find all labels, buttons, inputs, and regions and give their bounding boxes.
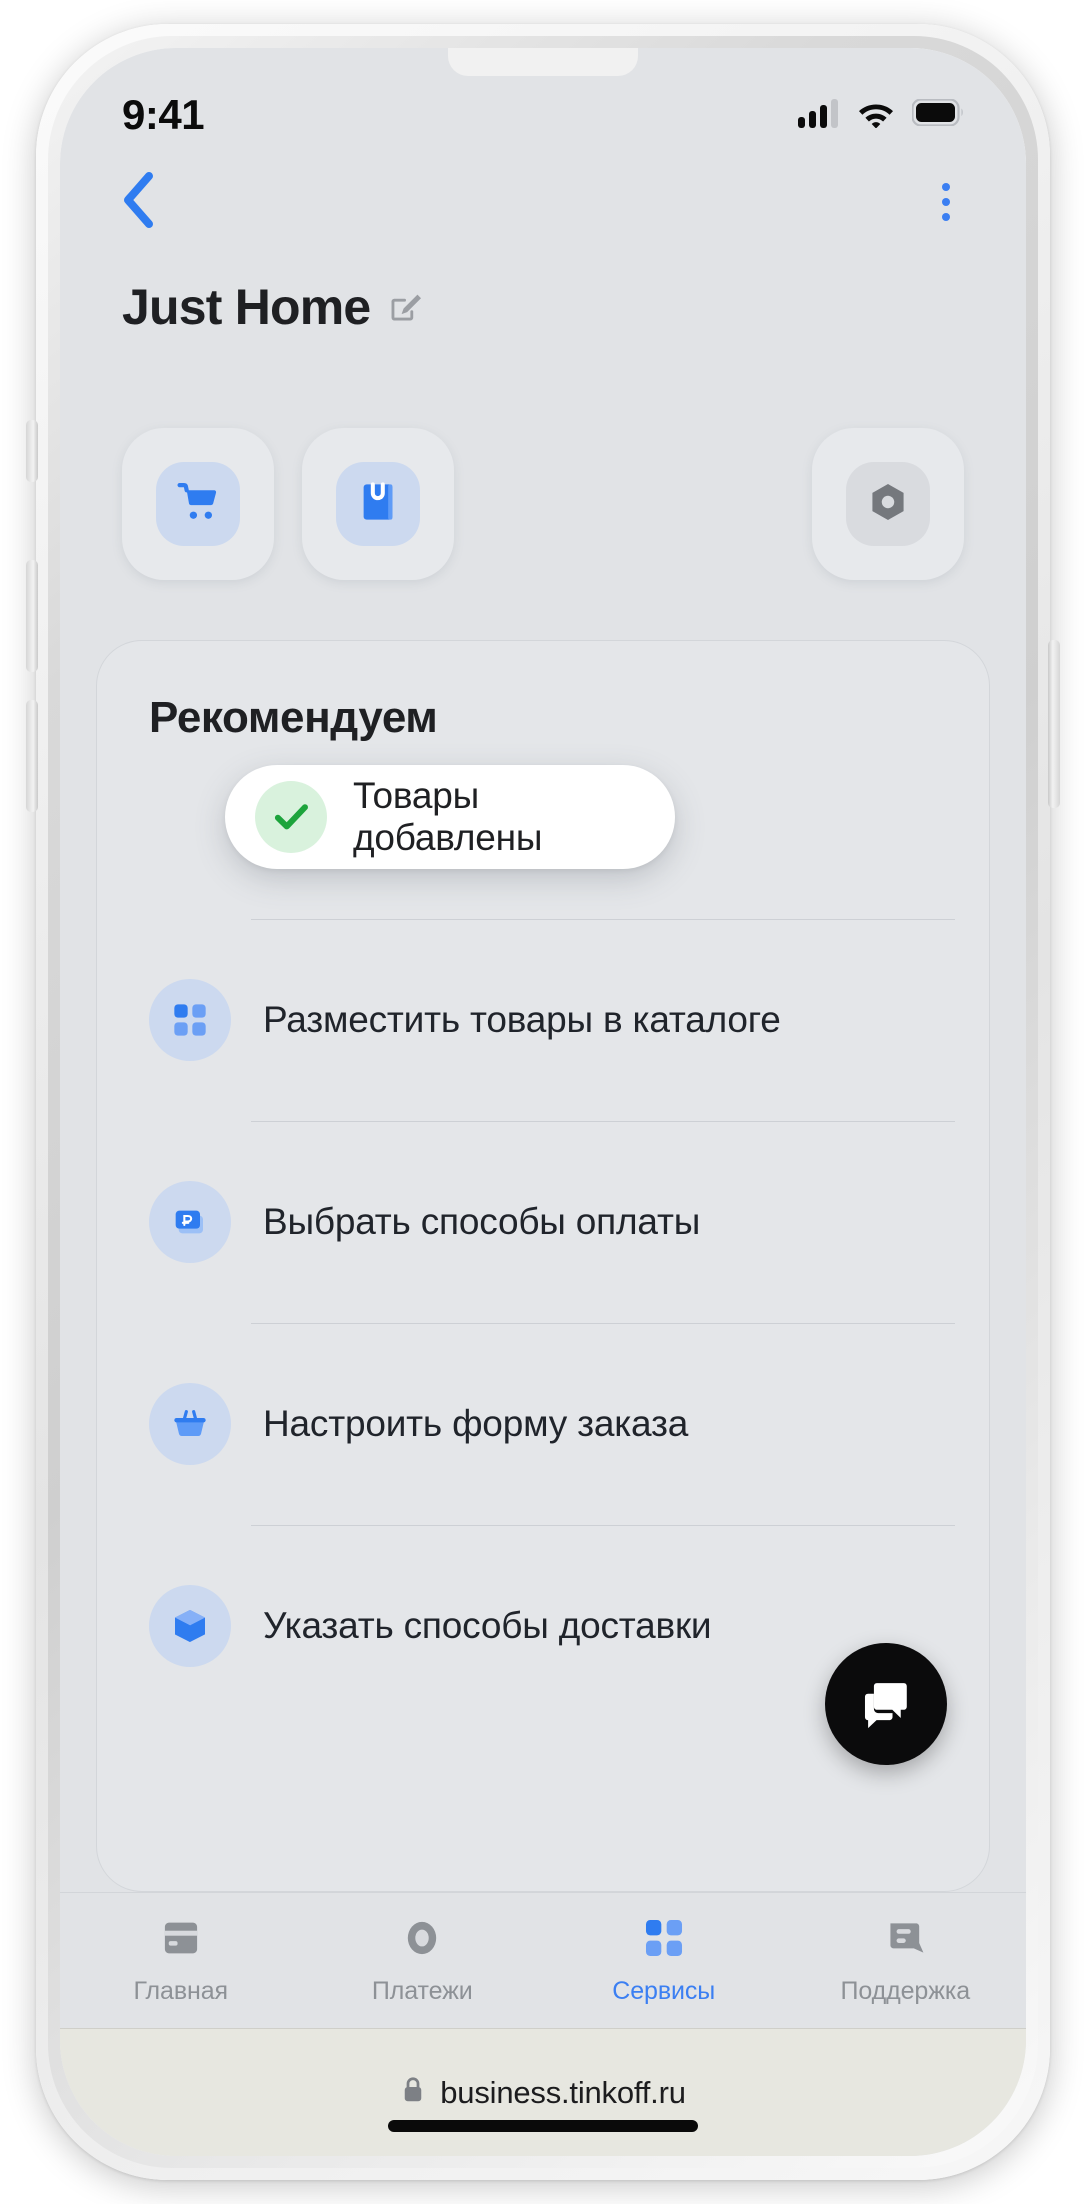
shopping-cart-icon: [175, 479, 221, 530]
battery-full-icon: [911, 98, 964, 131]
silent-switch-button[interactable]: [26, 420, 38, 482]
recommend-card: Рекомендуем Разместить товары в каталоге…: [96, 640, 990, 1892]
shortcut-tiles-row: [60, 344, 1026, 594]
shortcut-tile-catalog[interactable]: [302, 428, 454, 580]
shortcut-tile-bubble: [336, 462, 420, 546]
tab-support[interactable]: Поддержка: [785, 1915, 1027, 2006]
chat-bubble-icon: [857, 1673, 915, 1736]
url-text: business.tinkoff.ru: [440, 2074, 686, 2110]
card-icon: [158, 1915, 204, 1966]
hex-nut-settings-icon: [866, 480, 910, 529]
catalog-book-icon: [355, 479, 401, 530]
list-item[interactable]: Разместить товары в каталоге: [149, 919, 963, 1121]
cellular-signal-icon: [798, 98, 840, 133]
status-bar-time: 9:41: [122, 91, 205, 138]
recommend-list: Разместить товары в каталоге Выбрать спо…: [97, 769, 989, 1727]
shopping-basket-icon: [149, 1383, 231, 1465]
check-mark-icon: [255, 781, 327, 853]
screenshot-stage: 9:41 Just Home Рекомендуем Разместить то…: [0, 0, 1088, 2204]
shortcut-tile-storefront[interactable]: [122, 428, 274, 580]
notch: [448, 48, 638, 76]
list-item[interactable]: Настроить форму заказа: [149, 1323, 963, 1525]
edit-pencil-icon[interactable]: [388, 290, 422, 324]
page-title: Just Home: [122, 279, 371, 335]
tab-label: Поддержка: [840, 1977, 971, 2005]
tab-label: Платежи: [371, 1977, 473, 2005]
tab-services[interactable]: Сервисы: [543, 1915, 785, 2006]
list-item[interactable]: Выбрать способы оплаты: [149, 1121, 963, 1323]
ruble-card-icon: [149, 1181, 231, 1263]
power-button[interactable]: [1048, 640, 1060, 808]
shortcut-tile-bubble: [156, 462, 240, 546]
phone-screen-bezel: 9:41 Just Home Рекомендуем Разместить то…: [60, 48, 1026, 2156]
kebab-menu-icon: [942, 213, 950, 221]
delivery-box-icon: [149, 1585, 231, 1667]
tab-main[interactable]: Главная: [60, 1915, 302, 2006]
grid-squares-icon: [641, 1915, 687, 1966]
overflow-menu-button[interactable]: [914, 170, 978, 234]
list-item-label: Указать способы доставки: [263, 1605, 712, 1646]
bottom-tab-bar: Главная Платежи Сервисы Поддержка: [60, 1892, 1026, 2028]
chevron-left-icon: [121, 171, 155, 233]
wifi-icon: [856, 98, 896, 133]
tab-payments[interactable]: Платежи: [302, 1915, 544, 2006]
list-item-label: Выбрать способы оплаты: [263, 1201, 701, 1242]
app-screen: 9:41 Just Home Рекомендуем Разместить то…: [60, 48, 1026, 2156]
volume-down-button[interactable]: [26, 700, 38, 812]
tab-label: Сервисы: [612, 1977, 716, 2005]
chat-bubble-icon: [882, 1915, 928, 1966]
status-bar-icons: [798, 98, 964, 133]
kebab-menu-icon: [942, 183, 950, 191]
title-row: Just Home: [60, 248, 1026, 344]
list-item-label: Настроить форму заказа: [263, 1403, 689, 1444]
volume-up-button[interactable]: [26, 560, 38, 672]
toast-text: Товары добавлены: [353, 775, 543, 858]
toast-notification[interactable]: Товары добавлены: [225, 765, 675, 869]
chat-support-fab[interactable]: [825, 1643, 947, 1765]
nav-row: [60, 156, 1026, 248]
home-indicator[interactable]: [388, 2120, 698, 2132]
shortcut-tile-bubble: [846, 462, 930, 546]
shortcut-tile-settings[interactable]: [812, 428, 964, 580]
kebab-menu-icon: [942, 198, 950, 206]
grid-squares-icon: [149, 979, 231, 1061]
ring-circle-icon: [399, 1915, 445, 1966]
recommend-title: Рекомендуем: [149, 693, 438, 742]
back-button[interactable]: [106, 170, 170, 234]
browser-url-bar[interactable]: business.tinkoff.ru: [60, 2028, 1026, 2156]
lock-icon: [400, 2075, 426, 2110]
tab-label: Главная: [133, 1977, 229, 2005]
list-item-label: Разместить товары в каталоге: [263, 999, 781, 1040]
